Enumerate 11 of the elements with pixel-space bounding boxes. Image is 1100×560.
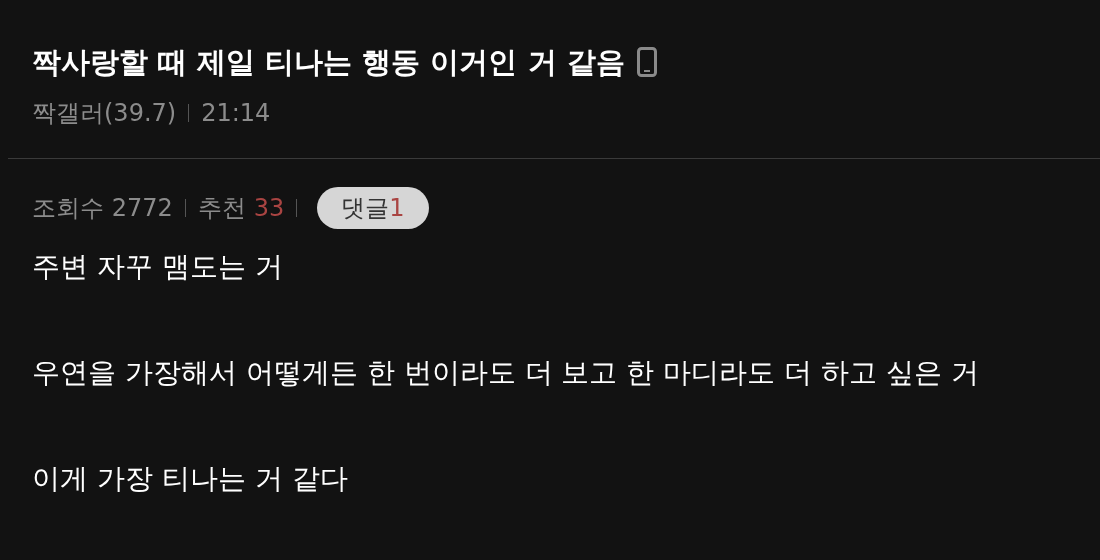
comments-button[interactable]: 댓글1 (317, 187, 429, 229)
recommend-count: 33 (253, 193, 285, 224)
body-paragraph: 이게 가장 티나는 거 같다 (32, 461, 349, 497)
mobile-phone-icon (636, 47, 657, 77)
post-time: 21:14 (201, 98, 271, 129)
post-title: 짝사랑할 때 제일 티나는 행동 이거인 거 같음 (32, 44, 625, 81)
body-paragraph: 주변 자꾸 맴도는 거 (32, 249, 284, 285)
body-paragraph: 우연을 가장해서 어떻게든 한 번이라도 더 보고 한 마디라도 더 하고 싶은 거 (32, 355, 980, 391)
view-count: 조회수 2772 (32, 193, 173, 224)
author-name: 짝갤러(39.7) (32, 98, 177, 129)
recommend-label: 추천 (197, 193, 246, 224)
